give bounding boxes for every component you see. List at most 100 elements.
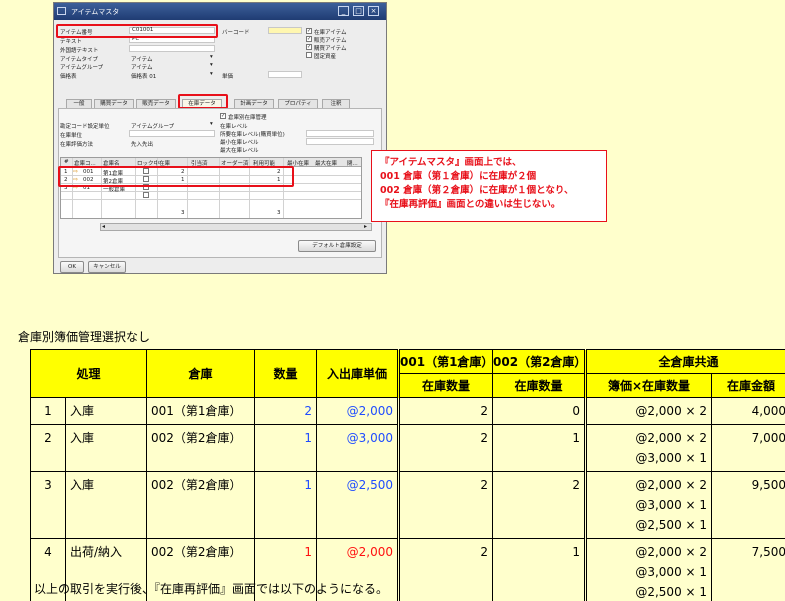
book-line: @2,000 × 2 — [635, 478, 708, 492]
header-warehouse: 倉庫 — [146, 349, 256, 398]
row-stock-002: 2 — [492, 471, 588, 539]
chevron-down-icon: ▾ — [210, 54, 213, 60]
row-price: @3,000 — [316, 424, 400, 472]
inventory-tab-highlight — [178, 94, 228, 109]
row-book-value: @2,000 × 2 @3,000 × 1 @2,500 × 1 — [585, 471, 713, 539]
row-number: 1 — [30, 397, 66, 425]
col-closed: 閉... — [347, 161, 358, 167]
inventory-item-label: 在庫アイテム — [314, 30, 347, 36]
item-group-dropdown[interactable]: アイテム — [131, 63, 152, 71]
default-warehouse-button[interactable]: デフォルト倉庫設定 — [298, 240, 376, 252]
callout-line: 『在庫再評価』画面との違いは生じない。 — [380, 199, 561, 210]
row-stock-002: 1 — [492, 538, 588, 601]
locked-checkbox[interactable] — [143, 192, 149, 198]
chevron-down-icon: ▾ — [210, 121, 213, 127]
barcode-label: バーコード — [222, 30, 250, 36]
header-book-x-qty: 簿価×在庫数量 — [585, 373, 713, 398]
scroll-left-icon[interactable]: ◂ — [102, 223, 105, 230]
cancel-button[interactable]: キャンセル — [88, 261, 126, 273]
row-book-value: @2,000 × 2 @3,000 × 1 — [585, 424, 713, 472]
rows-highlight — [58, 166, 294, 187]
maximize-button[interactable]: □ — [353, 6, 364, 16]
default-gl-dropdown[interactable]: アイテムグループ — [131, 122, 174, 130]
row-stock-002: 0 — [492, 397, 588, 425]
window-title: アイテムマスタ — [71, 8, 120, 16]
row-warehouse: 002（第2倉庫） — [146, 424, 256, 472]
stock-table: 処理 倉庫 数量 入出庫単価 001（第1倉庫） 002（第2倉庫） 全倉庫共通… — [29, 349, 785, 601]
warehouse-manage-checkbox[interactable]: ✓ — [220, 113, 226, 119]
item-type-label: アイテムタイプ — [60, 57, 98, 63]
window-titlebar: アイテムマスタ _ □ × — [54, 3, 386, 20]
purchase-item-label: 購買アイテム — [314, 46, 347, 52]
book-line: @2,500 × 1 — [635, 518, 708, 532]
horizontal-scrollbar[interactable] — [100, 223, 372, 231]
foreign-text-label: 外国語テキスト — [60, 48, 99, 54]
book-line: @2,000 × 2 — [635, 431, 708, 445]
sales-item-label: 販売アイテム — [314, 38, 347, 44]
section-heading: 倉庫別簿価管理選択なし — [18, 330, 151, 344]
in-stock-total: 3 — [181, 210, 185, 216]
row-qty: 1 — [254, 471, 318, 539]
item-number-highlight — [56, 24, 218, 38]
min-level-label: 最小在庫レベル — [220, 140, 259, 146]
row-stock-001: 2 — [397, 397, 494, 425]
chevron-down-icon: ▾ — [210, 62, 213, 68]
header-stock-qty-001: 在庫数量 — [397, 373, 494, 398]
row-warehouse: 001（第1倉庫） — [146, 397, 256, 425]
max-level-label: 最大在庫レベル — [220, 148, 259, 154]
ok-button[interactable]: OK — [60, 261, 84, 273]
tab-properties[interactable]: プロパティ — [278, 99, 318, 108]
purchase-item-checkbox[interactable]: ✓ — [306, 44, 312, 50]
row-amount: 9,500 — [711, 471, 785, 539]
close-button[interactable]: × — [368, 6, 379, 16]
col-max-stock: 最大在庫 — [315, 161, 338, 167]
price-list-label: 価格表 — [60, 74, 77, 80]
min-level-field[interactable] — [306, 138, 374, 145]
required-level-field[interactable] — [306, 130, 374, 137]
grid-line — [61, 199, 361, 200]
foreign-text-field[interactable] — [129, 45, 215, 52]
tab-purchasing[interactable]: 購買データ — [94, 99, 134, 108]
scroll-right-icon[interactable]: ▸ — [364, 223, 367, 230]
fixed-asset-checkbox[interactable] — [306, 52, 312, 58]
tab-planning[interactable]: 計画データ — [234, 99, 274, 108]
price-list-dropdown[interactable]: 価格表 01 — [131, 72, 156, 80]
sales-item-checkbox[interactable]: ✓ — [306, 36, 312, 42]
unit-price-label: 単価 — [222, 74, 234, 80]
header-price: 入出庫単価 — [316, 349, 400, 398]
inventory-uom-field[interactable] — [129, 130, 215, 137]
text-label: テキスト — [60, 39, 82, 45]
footer-text: 以上の取引を実行後、『在庫再評価』画面では以下のようになる。 — [34, 582, 389, 596]
unit-price-field[interactable] — [268, 71, 302, 78]
table-row: 3 入庫 002（第2倉庫） 1 @2,500 2 2 @2,000 × 2 @3,000 × … — [30, 471, 785, 539]
row-amount: 7,500 — [711, 538, 785, 601]
header-stock-qty-002: 在庫数量 — [492, 373, 588, 398]
item-type-dropdown[interactable]: アイテム — [131, 55, 152, 63]
table-row: 1 入庫 001（第1倉庫） 2 @2,000 2 0 @2,000 × 2 4,000 — [30, 397, 785, 425]
inventory-item-checkbox[interactable]: ✓ — [306, 28, 312, 34]
row-book-value: @2,000 × 2 @3,000 × 1 @2,500 × 1 — [585, 538, 713, 601]
fixed-asset-label: 固定資産 — [314, 54, 337, 60]
barcode-field[interactable] — [268, 27, 302, 34]
tab-remarks[interactable]: 注釈 — [322, 99, 350, 108]
row-book-value: @2,000 × 2 — [585, 397, 713, 425]
row-stock-002: 1 — [492, 424, 588, 472]
window-icon — [57, 7, 66, 15]
header-wh002: 002（第2倉庫） — [492, 349, 588, 374]
row-price: @2,000 — [316, 397, 400, 425]
book-line: @3,000 × 1 — [635, 498, 708, 512]
row-stock-001: 2 — [397, 424, 494, 472]
header-qty: 数量 — [254, 349, 318, 398]
book-line: @2,000 × 2 — [635, 404, 708, 418]
inventory-uom-label: 在庫単位 — [60, 133, 83, 139]
header-all: 全倉庫共通 — [585, 349, 785, 374]
minimize-button[interactable]: _ — [338, 6, 349, 16]
book-line: @3,000 × 1 — [635, 565, 708, 579]
tab-sales[interactable]: 販売データ — [136, 99, 176, 108]
row-process: 入庫 — [64, 397, 148, 425]
row-number: 2 — [30, 424, 66, 472]
book-line: @2,500 × 1 — [635, 585, 708, 599]
tab-general[interactable]: 一般 — [66, 99, 92, 108]
row-qty: 2 — [254, 397, 318, 425]
row-price: @2,500 — [316, 471, 400, 539]
